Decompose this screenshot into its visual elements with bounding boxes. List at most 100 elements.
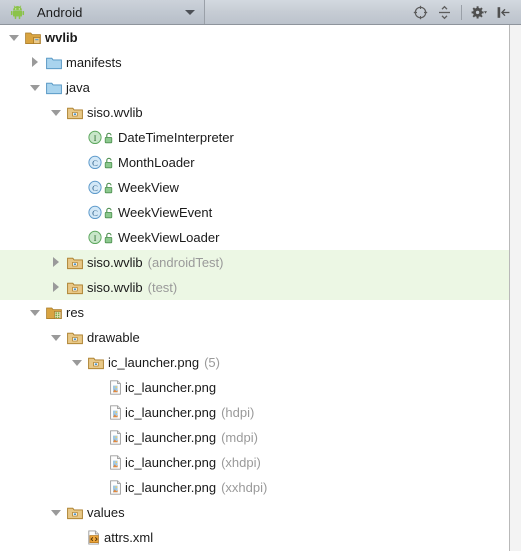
tree-row[interactable]: java xyxy=(0,75,509,100)
tool-window-header: Android xyxy=(0,0,521,25)
expand-arrow-right-icon[interactable] xyxy=(50,256,63,269)
chevron-down-icon xyxy=(185,9,195,15)
tree-row-label: ic_launcher.png xyxy=(125,380,217,395)
tree-row[interactable]: drawable xyxy=(0,325,509,350)
toolbar-buttons xyxy=(409,0,521,24)
expand-arrow-down-icon[interactable] xyxy=(71,356,84,369)
png-file-icon xyxy=(108,480,122,496)
class-icon: C xyxy=(87,180,114,196)
toolbar-separator xyxy=(461,4,462,20)
tree-row[interactable]: manifests xyxy=(0,50,509,75)
tree-row-label: WeekViewEvent xyxy=(118,205,213,220)
interface-icon: I xyxy=(87,130,114,146)
tree-row[interactable]: attrs.xml xyxy=(0,525,509,550)
expand-arrow-down-icon[interactable] xyxy=(29,306,42,319)
tree-row-label: ic_launcher.png xyxy=(125,480,217,495)
tree-row[interactable]: res xyxy=(0,300,509,325)
expand-arrow-down-icon[interactable] xyxy=(50,106,63,119)
interface-icon: I xyxy=(87,230,114,246)
tree-row-label: ic_launcher.png xyxy=(125,430,217,445)
tree-row[interactable]: I WeekViewLoader xyxy=(0,225,509,250)
tree-row[interactable]: C WeekViewEvent xyxy=(0,200,509,225)
tree-row[interactable]: ic_launcher.png (xxhdpi) xyxy=(0,475,509,500)
package-folder-icon xyxy=(87,355,104,371)
scroll-from-source-button[interactable] xyxy=(409,2,431,23)
android-robot-icon xyxy=(9,4,26,20)
tree-row[interactable]: ic_launcher.png (xhdpi) xyxy=(0,450,509,475)
tree-row-label: ic_launcher.png xyxy=(125,405,217,420)
tree-row[interactable]: C WeekView xyxy=(0,175,509,200)
tree-row-label: WeekViewLoader xyxy=(118,230,220,245)
tree-row[interactable]: I DateTimeInterpreter xyxy=(0,125,509,150)
tree-row[interactable]: C MonthLoader xyxy=(0,150,509,175)
project-tool-window: Android wvlib manifests java siso.wvlib … xyxy=(0,0,521,551)
svg-text:I: I xyxy=(93,233,96,243)
package-folder-icon xyxy=(66,330,83,346)
expand-arrow-right-icon[interactable] xyxy=(29,56,42,69)
tree-row-suffix: (xhdpi) xyxy=(221,455,261,470)
settings-button[interactable] xyxy=(468,2,490,23)
svg-text:I: I xyxy=(93,133,96,143)
module-folder-icon xyxy=(24,30,41,46)
tree-row[interactable]: ic_launcher.png xyxy=(0,375,509,400)
expand-arrow-down-icon[interactable] xyxy=(8,31,21,44)
package-folder-icon xyxy=(66,255,83,271)
tree-row-suffix: (androidTest) xyxy=(147,255,224,270)
package-folder-icon xyxy=(66,105,83,121)
svg-text:C: C xyxy=(92,208,98,218)
tree-row-label: manifests xyxy=(66,55,122,70)
tree-row-label: MonthLoader xyxy=(118,155,195,170)
expand-arrow-down-icon[interactable] xyxy=(50,506,63,519)
tree-row-label: siso.wvlib xyxy=(87,280,143,295)
view-selector-label: Android xyxy=(37,4,83,20)
tree-row[interactable]: siso.wvlib (test) xyxy=(0,275,509,300)
tree-row[interactable]: ic_launcher.png (mdpi) xyxy=(0,425,509,450)
svg-text:C: C xyxy=(92,158,98,168)
tree-row[interactable]: siso.wvlib xyxy=(0,100,509,125)
xml-file-icon xyxy=(87,530,101,546)
tree-row-suffix: (hdpi) xyxy=(221,405,255,420)
tree-row-label: drawable xyxy=(87,330,140,345)
tree-row[interactable]: siso.wvlib (androidTest) xyxy=(0,250,509,275)
project-tree[interactable]: wvlib manifests java siso.wvlib I DateTimeInt… xyxy=(0,25,509,551)
hide-panel-button[interactable] xyxy=(492,2,514,23)
vertical-scrollbar[interactable] xyxy=(509,25,521,551)
expand-arrow-right-icon[interactable] xyxy=(50,281,63,294)
tree-row[interactable]: ic_launcher.png (5) xyxy=(0,350,509,375)
collapse-all-button[interactable] xyxy=(433,2,455,23)
tree-row-label: attrs.xml xyxy=(104,530,154,545)
tree-row[interactable]: ic_launcher.png (hdpi) xyxy=(0,400,509,425)
res-folder-icon xyxy=(45,305,62,321)
tree-row-label: ic_launcher.png xyxy=(108,355,200,370)
class-icon: C xyxy=(87,155,114,171)
tree-row[interactable]: values xyxy=(0,500,509,525)
package-folder-icon xyxy=(66,505,83,521)
tree-row-label: siso.wvlib xyxy=(87,255,143,270)
tree-row-suffix: (5) xyxy=(204,355,220,370)
expand-arrow-down-icon[interactable] xyxy=(50,331,63,344)
expand-arrow-down-icon[interactable] xyxy=(29,81,42,94)
folder-blue-icon xyxy=(45,55,62,71)
tree-row-suffix: (test) xyxy=(147,280,178,295)
tree-row-label: wvlib xyxy=(45,30,78,45)
png-file-icon xyxy=(108,380,122,396)
tree-row-label: java xyxy=(66,80,90,95)
view-selector-combobox[interactable]: Android xyxy=(0,0,205,24)
folder-blue-icon xyxy=(45,80,62,96)
svg-text:C: C xyxy=(92,183,98,193)
package-folder-icon xyxy=(66,280,83,296)
tree-row[interactable]: wvlib xyxy=(0,25,509,50)
project-tree-container: wvlib manifests java siso.wvlib I DateTimeInt… xyxy=(0,25,521,551)
tree-row-label: res xyxy=(66,305,85,320)
png-file-icon xyxy=(108,430,122,446)
